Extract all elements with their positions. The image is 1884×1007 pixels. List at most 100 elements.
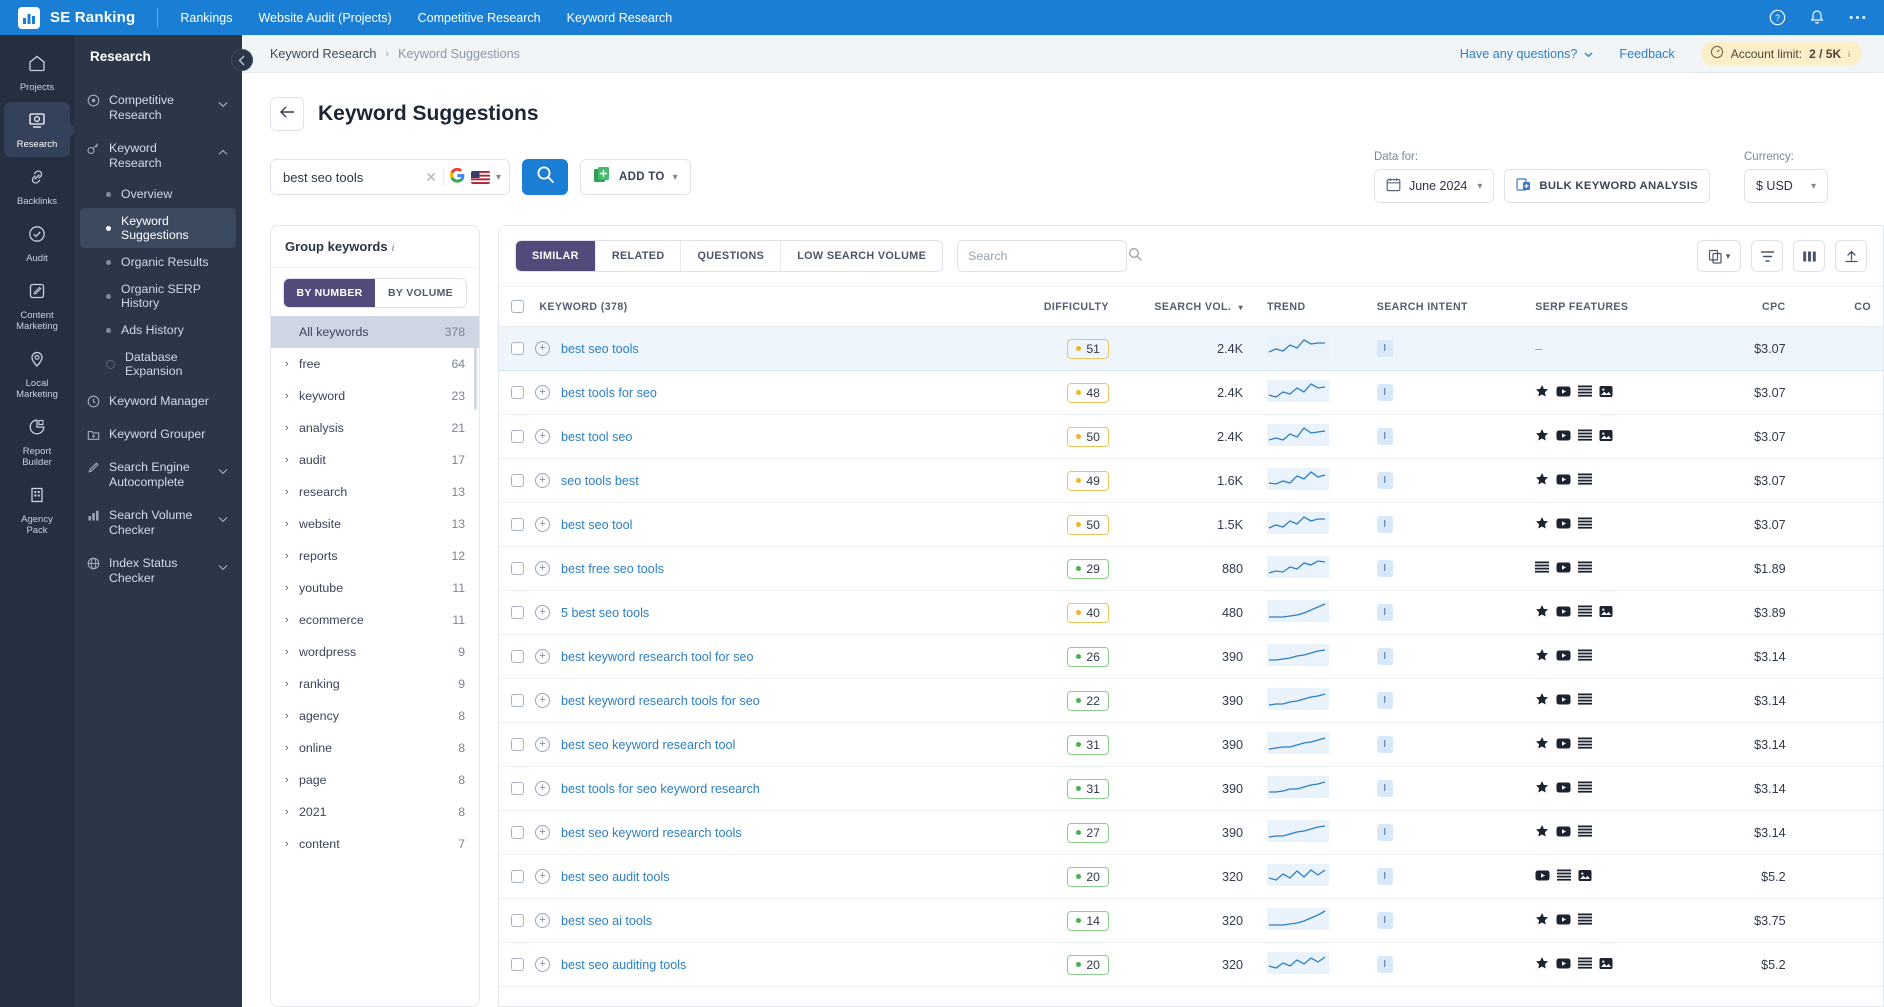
- rail-item-projects[interactable]: Projects: [4, 45, 70, 100]
- date-selector[interactable]: June 2024 ▾: [1373, 169, 1495, 203]
- back-button[interactable]: [270, 97, 304, 131]
- table-row[interactable]: + best seo audit tools 20 320 I $5.2: [499, 854, 1883, 899]
- image-icon[interactable]: [1599, 385, 1613, 401]
- rail-item-report-builder[interactable]: Report Builder: [4, 409, 70, 475]
- topnav-competitive-research[interactable]: Competitive Research: [418, 11, 541, 25]
- video-icon[interactable]: [1556, 385, 1571, 401]
- logo-bar-chart-icon[interactable]: [18, 6, 40, 29]
- trend-sparkline[interactable]: [1267, 864, 1329, 886]
- keyword-link[interactable]: best seo keyword research tool: [561, 738, 735, 752]
- table-row[interactable]: + best seo auditing tools 20 320 I $5.2: [499, 942, 1883, 987]
- list-icon[interactable]: [1578, 517, 1593, 532]
- table-search-input[interactable]: [968, 249, 1129, 263]
- tab-similar[interactable]: SIMILAR: [516, 241, 596, 271]
- nav-group-index-status-checker[interactable]: Index Status Checker: [74, 547, 242, 595]
- sidebar-item-overview[interactable]: Overview: [80, 181, 236, 207]
- list-icon[interactable]: [1578, 473, 1593, 488]
- th-difficulty[interactable]: DIFFICULTY: [986, 286, 1121, 327]
- tab-low-search-volume[interactable]: LOW SEARCH VOLUME: [781, 241, 942, 271]
- trend-sparkline[interactable]: [1267, 776, 1329, 798]
- help-icon[interactable]: ?: [1768, 9, 1786, 27]
- add-keyword-icon[interactable]: +: [535, 517, 550, 532]
- keyword-link[interactable]: best seo keyword research tools: [561, 826, 742, 840]
- group-row[interactable]: › page 8: [271, 764, 479, 796]
- rail-item-content-marketing[interactable]: Content Marketing: [4, 273, 70, 339]
- search-intent-badge[interactable]: I: [1376, 516, 1393, 533]
- list-icon[interactable]: [1578, 737, 1593, 752]
- nav-group-keyword-research[interactable]: Keyword Research: [74, 132, 242, 180]
- rail-item-research[interactable]: Research: [4, 102, 70, 157]
- search-icon[interactable]: [1128, 247, 1142, 266]
- list-icon[interactable]: [1578, 429, 1593, 444]
- video-icon[interactable]: [1556, 913, 1571, 929]
- chevron-right-icon[interactable]: ›: [285, 838, 299, 850]
- keyword-link[interactable]: best seo auditing tools: [561, 958, 686, 972]
- group-row[interactable]: › keyword 23: [271, 380, 479, 412]
- row-checkbox[interactable]: [511, 870, 524, 883]
- star-icon[interactable]: [1535, 780, 1549, 797]
- search-intent-badge[interactable]: I: [1376, 736, 1393, 753]
- topnav-website-audit[interactable]: Website Audit (Projects): [258, 11, 391, 25]
- table-row[interactable]: + best free seo tools 29 880 I $1.89: [499, 546, 1883, 591]
- account-limit-badge[interactable]: Account limit: 2 / 5K i: [1700, 41, 1862, 66]
- keyword-search-input[interactable]: best seo tools ✕ ▾: [270, 159, 510, 195]
- chevron-right-icon[interactable]: ›: [285, 678, 299, 690]
- keyword-link[interactable]: best seo tool: [561, 518, 632, 532]
- chevron-right-icon[interactable]: ›: [285, 710, 299, 722]
- image-icon[interactable]: [1599, 429, 1613, 445]
- video-icon[interactable]: [1556, 561, 1571, 577]
- search-intent-badge[interactable]: I: [1376, 648, 1393, 665]
- video-icon[interactable]: [1556, 517, 1571, 533]
- keyword-link[interactable]: best tools for seo: [561, 386, 657, 400]
- chevron-right-icon[interactable]: ›: [285, 582, 299, 594]
- rail-item-backlinks[interactable]: Backlinks: [4, 159, 70, 214]
- trend-sparkline[interactable]: [1267, 688, 1329, 710]
- chevron-right-icon[interactable]: ›: [285, 358, 299, 370]
- sidebar-collapse-button[interactable]: [231, 49, 253, 71]
- star-icon[interactable]: [1535, 956, 1549, 973]
- row-checkbox[interactable]: [511, 474, 524, 487]
- more-menu-icon[interactable]: [1848, 9, 1866, 27]
- star-icon[interactable]: [1535, 912, 1549, 929]
- search-intent-badge[interactable]: I: [1376, 340, 1393, 357]
- export-upload-icon[interactable]: [1835, 240, 1867, 272]
- keyword-link[interactable]: best tools for seo keyword research: [561, 782, 760, 796]
- group-row[interactable]: › audit 17: [271, 444, 479, 476]
- group-row[interactable]: › wordpress 9: [271, 636, 479, 668]
- trend-sparkline[interactable]: [1267, 512, 1329, 534]
- search-intent-badge[interactable]: I: [1376, 384, 1393, 401]
- row-checkbox[interactable]: [511, 694, 524, 707]
- image-icon[interactable]: [1599, 605, 1613, 621]
- info-italic-icon[interactable]: i: [392, 243, 395, 254]
- star-icon[interactable]: [1535, 516, 1549, 533]
- group-row[interactable]: › ecommerce 11: [271, 604, 479, 636]
- group-row[interactable]: › online 8: [271, 732, 479, 764]
- nav-group-search-volume-checker[interactable]: Search Volume Checker: [74, 499, 242, 547]
- add-keyword-icon[interactable]: +: [535, 385, 550, 400]
- row-checkbox[interactable]: [511, 958, 524, 971]
- group-row-all-keywords[interactable]: All keywords 378: [271, 316, 479, 348]
- list-icon[interactable]: [1578, 825, 1593, 840]
- star-icon[interactable]: [1535, 692, 1549, 709]
- star-icon[interactable]: [1535, 428, 1549, 445]
- th-competition[interactable]: CO: [1797, 286, 1883, 327]
- filter-icon[interactable]: [1751, 240, 1783, 272]
- add-keyword-icon[interactable]: +: [535, 781, 550, 796]
- group-row[interactable]: › ranking 9: [271, 668, 479, 700]
- add-keyword-icon[interactable]: +: [535, 605, 550, 620]
- row-checkbox[interactable]: [511, 518, 524, 531]
- trend-sparkline[interactable]: [1267, 336, 1329, 358]
- nav-group-search-engine-autocomplete[interactable]: Search Engine Autocomplete: [74, 451, 242, 499]
- list-icon[interactable]: [1535, 561, 1550, 576]
- add-keyword-icon[interactable]: +: [535, 913, 550, 928]
- chevron-right-icon[interactable]: ›: [285, 646, 299, 658]
- star-icon[interactable]: [1535, 648, 1549, 665]
- table-row[interactable]: + best tools for seo 48 2.4K I $3.07: [499, 370, 1883, 415]
- bulk-keyword-analysis-button[interactable]: BULK KEYWORD ANALYSIS: [1504, 169, 1710, 203]
- us-flag-icon[interactable]: [470, 170, 490, 184]
- row-checkbox[interactable]: [511, 342, 524, 355]
- th-trend[interactable]: TREND: [1255, 286, 1365, 327]
- keyword-link[interactable]: 5 best seo tools: [561, 606, 649, 620]
- list-icon[interactable]: [1578, 649, 1593, 664]
- trend-sparkline[interactable]: [1267, 468, 1329, 490]
